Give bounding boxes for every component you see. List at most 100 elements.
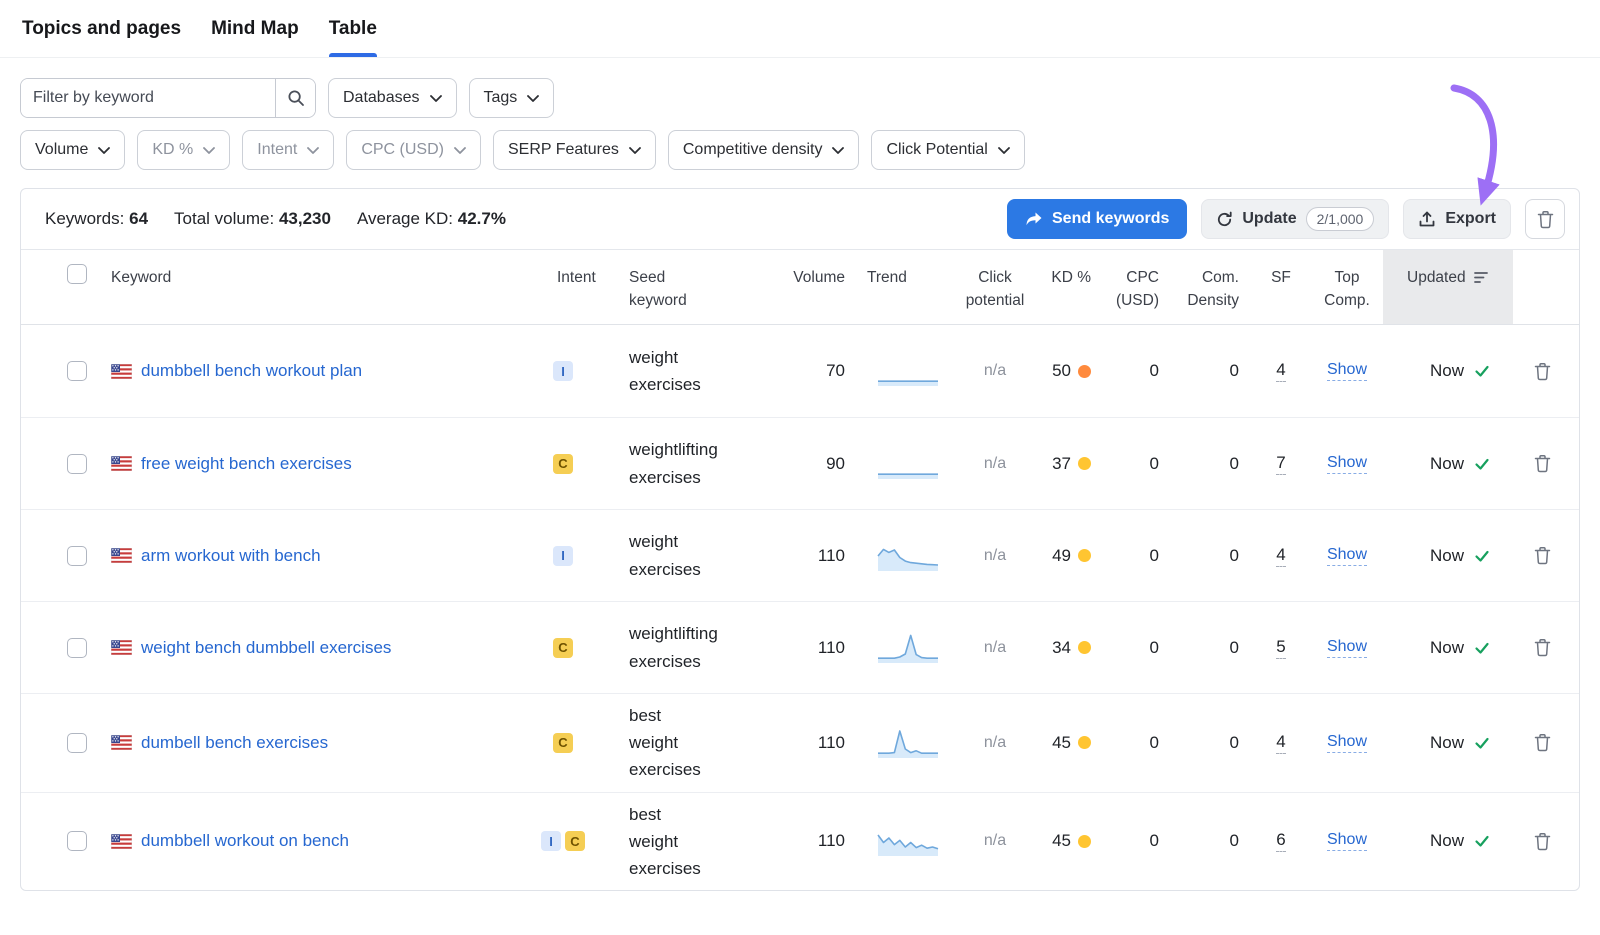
keyword-cell: weight bench dumbbell exercises bbox=[103, 638, 527, 658]
trend-cell bbox=[853, 354, 963, 388]
intent-badges: C bbox=[527, 733, 599, 753]
cpc-cell: 0 bbox=[1101, 546, 1171, 566]
intent-filter-dropdown[interactable]: Intent bbox=[242, 130, 334, 170]
col-header-volume[interactable]: Volume bbox=[731, 250, 853, 324]
volume-value: 70 bbox=[826, 361, 845, 381]
tags-dropdown[interactable]: Tags bbox=[469, 78, 555, 118]
row-checkbox[interactable] bbox=[67, 361, 87, 381]
top-comp-cell: Show bbox=[1311, 733, 1383, 753]
sf-value[interactable]: 6 bbox=[1276, 830, 1285, 852]
delete-row-button[interactable] bbox=[1534, 362, 1551, 381]
col-header-com-density[interactable]: Com. Density bbox=[1171, 250, 1251, 324]
update-button[interactable]: Update 2/1,000 bbox=[1201, 199, 1389, 239]
delete-row-button[interactable] bbox=[1534, 832, 1551, 851]
top-comp-cell: Show bbox=[1311, 831, 1383, 851]
competitive-density-filter-dropdown[interactable]: Competitive density bbox=[668, 130, 860, 170]
col-header-updated[interactable]: Updated bbox=[1383, 250, 1513, 324]
click-potential-value: n/a bbox=[984, 362, 1006, 380]
row-checkbox[interactable] bbox=[67, 546, 87, 566]
col-header-intent[interactable]: Intent bbox=[527, 250, 599, 324]
volume-filter-dropdown[interactable]: Volume bbox=[20, 130, 125, 170]
sf-value[interactable]: 4 bbox=[1276, 732, 1285, 754]
top-comp-link[interactable]: Show bbox=[1327, 361, 1367, 381]
databases-dropdown[interactable]: Databases bbox=[328, 78, 457, 118]
updated-cell: Now bbox=[1383, 831, 1513, 851]
col-header-keyword[interactable]: Keyword bbox=[103, 250, 527, 324]
updated-value: Now bbox=[1430, 546, 1464, 566]
col-header-sf[interactable]: SF bbox=[1251, 250, 1311, 324]
seed-keyword-cell: weightlifting exercises bbox=[599, 620, 731, 674]
keyword-link[interactable]: arm workout with bench bbox=[141, 546, 321, 566]
kd-cell: 50 bbox=[1027, 361, 1101, 381]
keyword-link[interactable]: weight bench dumbbell exercises bbox=[141, 638, 391, 658]
trash-icon bbox=[1534, 454, 1551, 473]
keyword-filter-input[interactable] bbox=[21, 79, 275, 117]
refresh-icon bbox=[1216, 211, 1233, 228]
tab-mind-map[interactable]: Mind Map bbox=[211, 0, 299, 57]
select-all-checkbox[interactable] bbox=[67, 264, 87, 284]
col-header-trend[interactable]: Trend bbox=[853, 250, 963, 324]
delete-row-button[interactable] bbox=[1534, 638, 1551, 657]
seed-keyword-cell: weight exercises bbox=[599, 528, 731, 582]
sf-value[interactable]: 5 bbox=[1276, 637, 1285, 659]
delete-row-button[interactable] bbox=[1534, 546, 1551, 565]
intent-badge-c: C bbox=[553, 454, 573, 474]
delete-selected-button[interactable] bbox=[1525, 199, 1565, 239]
row-checkbox[interactable] bbox=[67, 831, 87, 851]
chevron-down-icon bbox=[98, 147, 110, 154]
top-comp-link[interactable]: Show bbox=[1327, 546, 1367, 566]
us-flag-icon bbox=[111, 640, 132, 655]
row-checkbox-cell bbox=[51, 454, 103, 474]
kd-filter-dropdown[interactable]: KD % bbox=[137, 130, 230, 170]
intent-badges: C bbox=[527, 454, 599, 474]
keyword-link[interactable]: dumbell bench exercises bbox=[141, 733, 328, 753]
click-potential-filter-dropdown[interactable]: Click Potential bbox=[871, 130, 1024, 170]
delete-row-button[interactable] bbox=[1534, 733, 1551, 752]
keyword-link[interactable]: dumbbell workout on bench bbox=[141, 831, 349, 851]
top-comp-cell: Show bbox=[1311, 546, 1383, 566]
send-keywords-button[interactable]: Send keywords bbox=[1007, 199, 1187, 239]
top-comp-link[interactable]: Show bbox=[1327, 454, 1367, 474]
col-header-top-comp[interactable]: Top Comp. bbox=[1311, 250, 1383, 324]
click-potential-value: n/a bbox=[984, 734, 1006, 752]
row-checkbox[interactable] bbox=[67, 638, 87, 658]
table-row: weight bench dumbbell exercises C weight… bbox=[21, 601, 1579, 693]
top-comp-cell: Show bbox=[1311, 638, 1383, 658]
delete-row-button[interactable] bbox=[1534, 454, 1551, 473]
col-header-cpc[interactable]: CPC (USD) bbox=[1101, 250, 1171, 324]
export-button[interactable]: Export bbox=[1403, 199, 1511, 239]
click-potential-cell: n/a bbox=[963, 547, 1027, 565]
intent-badges: IC bbox=[527, 831, 599, 851]
search-button[interactable] bbox=[275, 79, 315, 117]
row-checkbox[interactable] bbox=[67, 733, 87, 753]
col-header-seed-keyword[interactable]: Seed keyword bbox=[599, 250, 731, 324]
keyword-cell: dumbbell workout on bench bbox=[103, 831, 527, 851]
col-header-kd[interactable]: KD % bbox=[1027, 250, 1101, 324]
top-comp-link[interactable]: Show bbox=[1327, 831, 1367, 851]
keyword-link[interactable]: dumbbell bench workout plan bbox=[141, 361, 362, 381]
sf-value[interactable]: 4 bbox=[1276, 360, 1285, 382]
row-checkbox-cell bbox=[51, 638, 103, 658]
top-comp-link[interactable]: Show bbox=[1327, 733, 1367, 753]
tab-topics-and-pages[interactable]: Topics and pages bbox=[22, 0, 181, 57]
keyword-link[interactable]: free weight bench exercises bbox=[141, 454, 352, 474]
table-header: Keyword Intent Seed keyword Volume Trend… bbox=[21, 249, 1579, 325]
top-comp-link[interactable]: Show bbox=[1327, 638, 1367, 658]
volume-cell: 70 bbox=[731, 361, 853, 381]
sf-value[interactable]: 4 bbox=[1276, 545, 1285, 567]
sf-value[interactable]: 7 bbox=[1276, 453, 1285, 475]
serp-features-filter-dropdown[interactable]: SERP Features bbox=[493, 130, 656, 170]
sf-cell: 7 bbox=[1251, 453, 1311, 475]
tab-table[interactable]: Table bbox=[329, 0, 377, 57]
row-checkbox[interactable] bbox=[67, 454, 87, 474]
updated-cell: Now bbox=[1383, 638, 1513, 658]
cpc-filter-dropdown[interactable]: CPC (USD) bbox=[346, 130, 481, 170]
chevron-down-icon bbox=[203, 147, 215, 154]
summary-toolbar: Keywords: 64 Total volume: 43,230 Averag… bbox=[21, 189, 1579, 249]
toolbar-actions: Send keywords Update 2/1,000 Export bbox=[1007, 199, 1565, 239]
filter-section: Databases Tags Volume KD % Intent CPC (U… bbox=[0, 58, 1600, 170]
trend-cell bbox=[853, 824, 963, 858]
cpc-cell: 0 bbox=[1101, 638, 1171, 658]
col-header-click-potential[interactable]: Click potential bbox=[963, 250, 1027, 324]
seed-keyword: best weight exercises bbox=[629, 702, 701, 784]
